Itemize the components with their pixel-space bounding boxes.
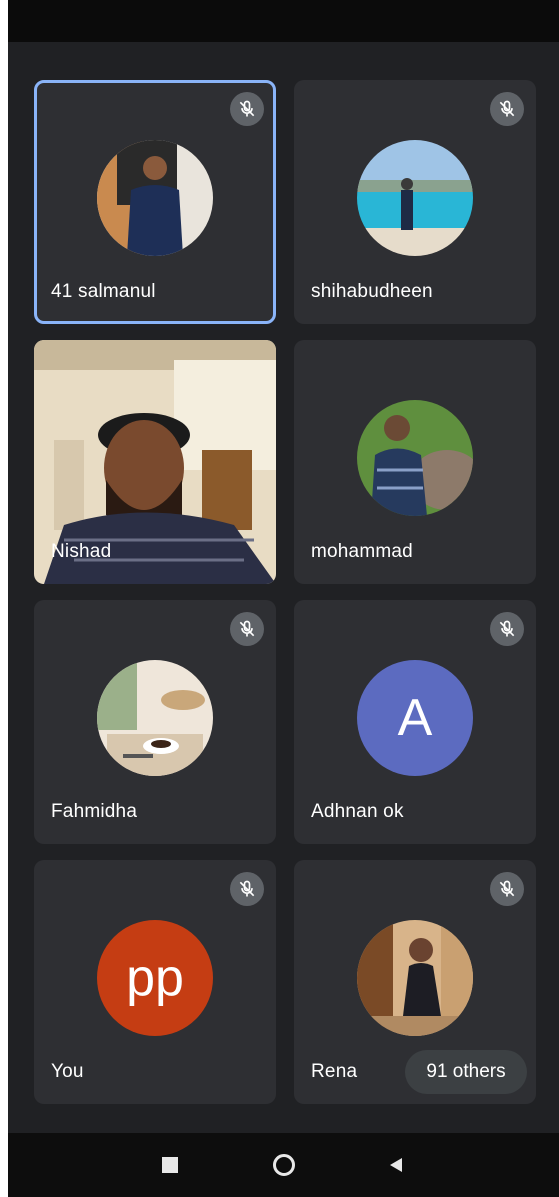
participant-avatar [357, 920, 473, 1036]
avatar-initial: pp [126, 949, 184, 1007]
participant-avatar [357, 400, 473, 516]
avatar-initial: A [397, 689, 433, 747]
participant-avatar: pp [97, 920, 213, 1036]
participant-tile-salmanul[interactable]: 41 salmanul [34, 80, 276, 324]
participant-name: Nishad [51, 541, 112, 562]
mic-off-icon [490, 612, 524, 646]
mic-off-icon [230, 612, 264, 646]
mic-off-icon [230, 872, 264, 906]
participant-name: Fahmidha [51, 801, 138, 822]
back-button[interactable] [366, 1133, 426, 1197]
participant-name: 41 salmanul [51, 281, 156, 302]
participant-name: Adhnan ok [311, 801, 404, 822]
mic-off-icon [490, 872, 524, 906]
circle-icon [273, 1154, 295, 1176]
participant-avatar [97, 140, 213, 256]
participant-tile-shihabudheen[interactable]: shihabudheen [294, 80, 536, 324]
triangle-back-icon [390, 1158, 402, 1172]
participant-name: You [51, 1061, 84, 1082]
participant-video: Nishad [34, 340, 276, 584]
recents-button[interactable] [140, 1133, 200, 1197]
participant-name: shihabudheen [311, 281, 433, 302]
participant-tile-mohammad[interactable]: mohammad [294, 340, 536, 584]
mic-off-icon [490, 92, 524, 126]
square-icon [162, 1157, 178, 1173]
participant-tile-you[interactable]: pp You [34, 860, 276, 1104]
mic-off-icon [230, 92, 264, 126]
others-count-chip[interactable]: 91 others [405, 1050, 527, 1094]
participant-avatar [97, 660, 213, 776]
participant-tile-adhnan[interactable]: A Adhnan ok [294, 600, 536, 844]
participant-avatar [357, 140, 473, 256]
participant-grid: 41 salmanul shihabudheen Nishad mohammad… [8, 0, 559, 1130]
participant-tile-fahmidha[interactable]: Fahmidha [34, 600, 276, 844]
android-nav-bar [8, 1133, 559, 1197]
participant-avatar: A [357, 660, 473, 776]
participant-name: Rena [311, 1061, 358, 1082]
participant-name: mohammad [311, 541, 413, 562]
home-button[interactable] [254, 1133, 314, 1197]
participant-tile-nishad[interactable]: Nishad [34, 340, 276, 584]
phone-screen: 41 salmanul shihabudheen Nishad mohammad… [8, 0, 559, 1197]
